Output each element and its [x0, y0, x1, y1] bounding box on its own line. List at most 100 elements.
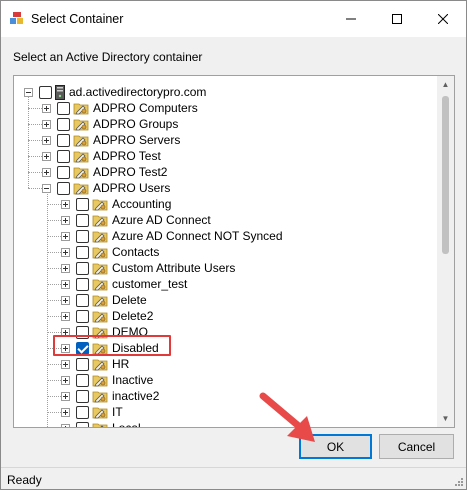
checkbox[interactable]	[76, 421, 89, 427]
tree-node-label: ADPRO Test2	[93, 165, 168, 179]
checkbox[interactable]	[76, 309, 89, 323]
checkbox[interactable]	[76, 389, 89, 403]
checkbox[interactable]	[76, 197, 89, 211]
container-tree[interactable]: ▲ ▼ ad.activedirectorypro.com ADPRO Compu…	[13, 75, 455, 428]
checkbox[interactable]	[76, 229, 89, 243]
title-bar[interactable]: Select Container	[1, 1, 466, 37]
checkbox[interactable]	[76, 277, 89, 291]
tree-node-level1-3[interactable]: ADPRO Test	[42, 148, 161, 164]
tree-node-level2-1[interactable]: Azure AD Connect	[61, 212, 211, 228]
checkbox[interactable]	[57, 149, 70, 163]
tree-node-level1-1[interactable]: ADPRO Groups	[42, 116, 178, 132]
tree-node-level2-5[interactable]: customer_test	[61, 276, 187, 292]
expand-icon[interactable]	[61, 215, 70, 225]
tree-node-level2-6[interactable]: Delete	[61, 292, 147, 308]
tree-node-level1-4[interactable]: ADPRO Test2	[42, 164, 167, 180]
tree-connector-line	[47, 316, 61, 317]
tree-connector-line	[47, 380, 61, 381]
expand-icon[interactable]	[61, 263, 70, 273]
tree-connector-line	[28, 188, 42, 189]
expand-icon[interactable]	[61, 199, 70, 209]
tree-node-level2-12[interactable]: inactive2	[61, 388, 159, 404]
expand-icon[interactable]	[42, 135, 51, 145]
scroll-up-icon[interactable]: ▲	[437, 76, 454, 93]
tree-connector-line	[28, 172, 42, 173]
checkbox[interactable]	[39, 85, 52, 99]
checkbox[interactable]	[76, 213, 89, 227]
organizational-unit-icon	[92, 423, 108, 427]
organizational-unit-icon	[92, 199, 108, 211]
checkbox[interactable]	[76, 405, 89, 419]
tree-connector-line	[47, 364, 61, 365]
organizational-unit-icon	[73, 151, 89, 163]
tree-node-label: Accounting	[112, 197, 172, 211]
checkbox[interactable]	[76, 357, 89, 371]
expand-icon[interactable]	[61, 391, 70, 401]
tree-connector-line	[47, 192, 48, 427]
scroll-thumb[interactable]	[442, 96, 449, 254]
cancel-button[interactable]: Cancel	[379, 434, 454, 459]
tree-node-level1-2[interactable]: ADPRO Servers	[42, 132, 180, 148]
tree-connector-line	[47, 332, 61, 333]
organizational-unit-icon	[92, 247, 108, 259]
expand-icon[interactable]	[42, 167, 51, 177]
tree-node-level2-14[interactable]: Local	[61, 420, 141, 427]
tree-node-level2-7[interactable]: Delete2	[61, 308, 153, 324]
checkbox[interactable]	[76, 373, 89, 387]
checkbox[interactable]	[57, 101, 70, 115]
tree-node-level2-11[interactable]: Inactive	[61, 372, 153, 388]
organizational-unit-icon	[92, 279, 108, 291]
checkbox[interactable]	[76, 261, 89, 275]
tree-node-label: ADPRO Test	[93, 149, 161, 163]
window-title: Select Container	[31, 12, 124, 26]
tree-node-label: IT	[112, 405, 123, 419]
expand-icon[interactable]	[42, 103, 51, 113]
organizational-unit-icon	[73, 103, 89, 115]
expand-icon[interactable]	[61, 423, 70, 427]
scroll-down-icon[interactable]: ▼	[437, 410, 454, 427]
tree-node-level2-3[interactable]: Contacts	[61, 244, 159, 260]
select-container-dialog: Select Container Select an Active Direct…	[0, 0, 467, 490]
tree-node-level2-0[interactable]: Accounting	[61, 196, 171, 212]
organizational-unit-icon	[92, 391, 108, 403]
expand-icon[interactable]	[61, 359, 70, 369]
checkbox[interactable]	[57, 117, 70, 131]
disabled-highlight-box	[53, 335, 171, 356]
checkbox[interactable]	[57, 165, 70, 179]
organizational-unit-icon	[92, 263, 108, 275]
organizational-unit-icon	[92, 311, 108, 323]
checkbox[interactable]	[57, 181, 70, 195]
tree-node-level2-2[interactable]: Azure AD Connect NOT Synced	[61, 228, 283, 244]
checkbox[interactable]	[76, 245, 89, 259]
maximize-button[interactable]	[374, 1, 420, 37]
checkbox[interactable]	[57, 133, 70, 147]
tree-node-level2-4[interactable]: Custom Attribute Users	[61, 260, 235, 276]
tree-node-label: customer_test	[112, 277, 188, 291]
expand-icon[interactable]	[61, 407, 70, 417]
tree-connector-line	[47, 268, 61, 269]
organizational-unit-icon	[73, 119, 89, 131]
tree-node-root[interactable]: ad.activedirectorypro.com	[24, 84, 206, 100]
tree-node-level2-13[interactable]: IT	[61, 404, 123, 420]
checkbox[interactable]	[76, 293, 89, 307]
expand-icon[interactable]	[61, 295, 70, 305]
minimize-button[interactable]	[328, 1, 374, 37]
vertical-scrollbar[interactable]: ▲ ▼	[437, 76, 454, 427]
expand-icon[interactable]	[42, 151, 51, 161]
tree-node-level1-0[interactable]: ADPRO Computers	[42, 100, 198, 116]
expand-icon[interactable]	[61, 279, 70, 289]
tree-connector-line	[47, 300, 61, 301]
tree-node-label: Azure AD Connect	[112, 213, 211, 227]
expand-icon[interactable]	[61, 375, 70, 385]
expand-icon[interactable]	[61, 231, 70, 241]
maximize-icon	[392, 14, 402, 24]
expand-icon[interactable]	[61, 247, 70, 257]
expand-icon[interactable]	[61, 311, 70, 321]
close-button[interactable]	[420, 1, 466, 37]
expand-icon[interactable]	[42, 119, 51, 129]
resize-grip-icon[interactable]	[453, 476, 463, 486]
tree-node-level1-5[interactable]: ADPRO Users	[42, 180, 170, 196]
pointer-arrow-icon	[259, 392, 315, 442]
tree-node-level2-10[interactable]: HR	[61, 356, 129, 372]
tree-connector-line	[28, 124, 42, 125]
